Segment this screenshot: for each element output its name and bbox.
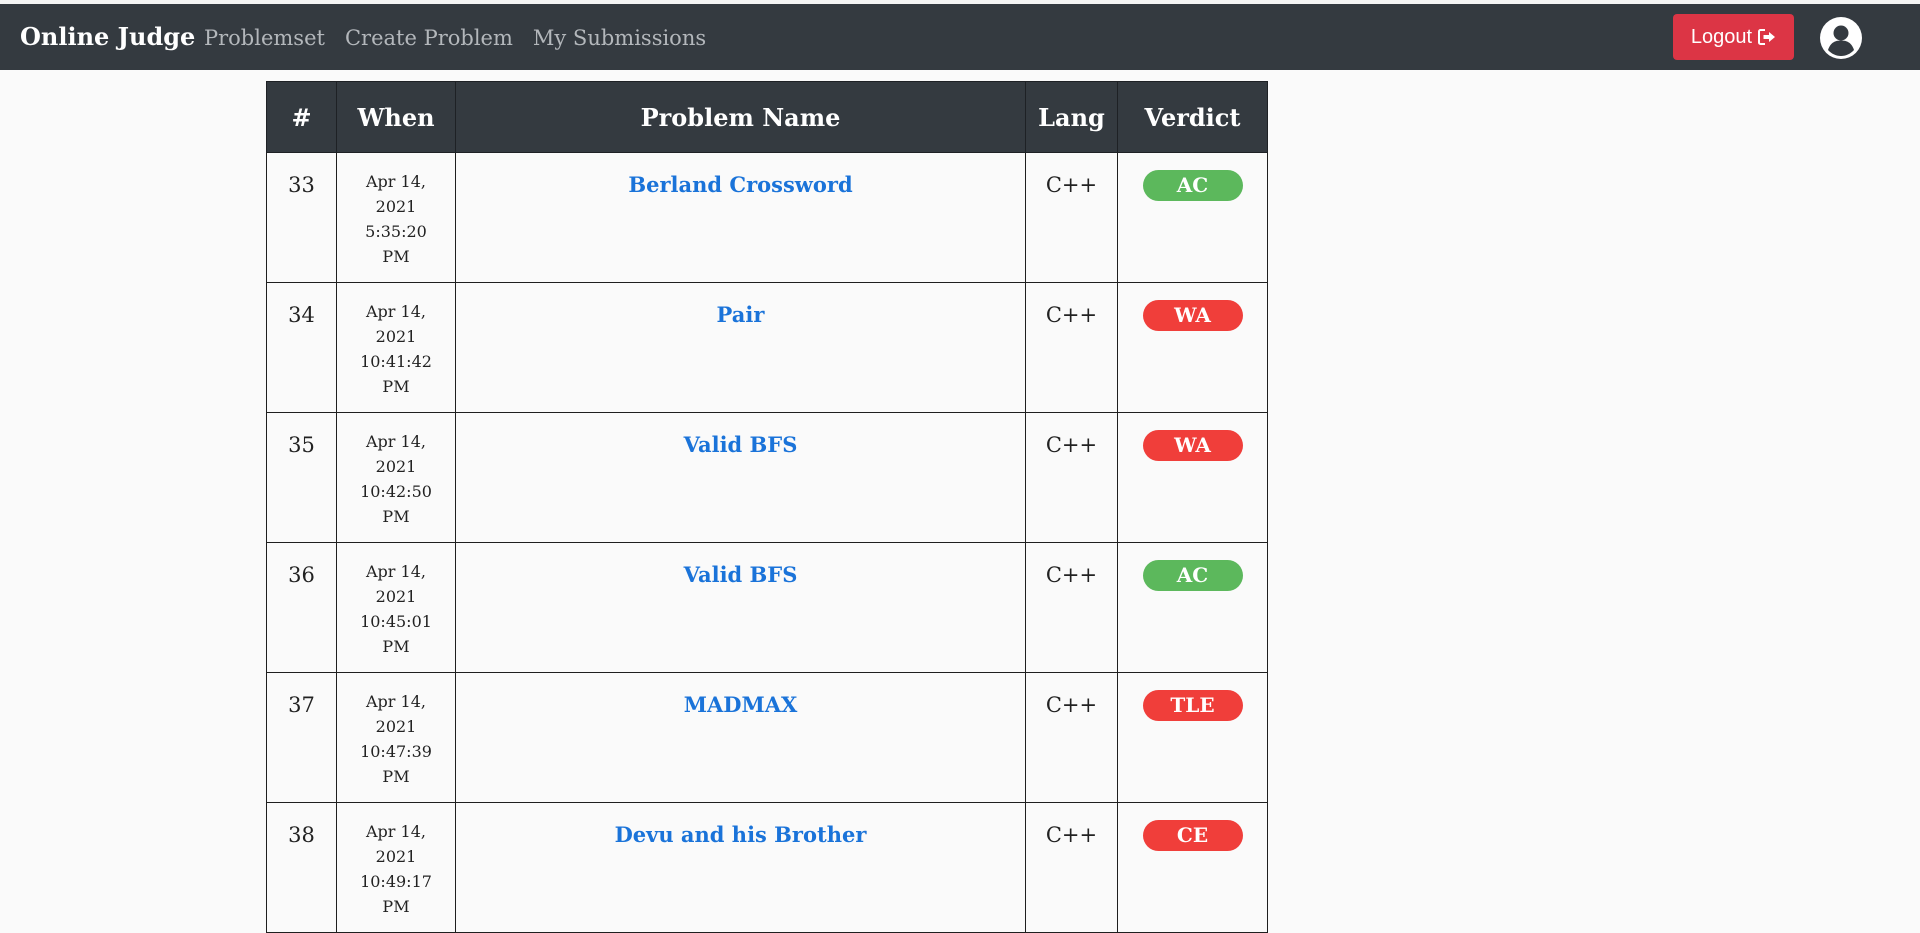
submission-lang: C++ — [1025, 542, 1118, 673]
logout-label: Logout — [1690, 25, 1753, 48]
header-id: # — [266, 81, 337, 153]
user-circle-icon[interactable] — [1820, 17, 1862, 59]
submission-lang: C++ — [1025, 672, 1118, 803]
time-line: 2021 — [375, 717, 417, 736]
time-line: 10:49:17 — [360, 872, 432, 891]
verdict-cell: WA — [1117, 412, 1268, 543]
time-line: 2021 — [375, 587, 417, 606]
submission-time: Apr 14, 2021 10:47:39 PM — [336, 672, 456, 803]
verdict-badge: AC — [1142, 560, 1243, 591]
time-line: Apr 14, — [366, 562, 426, 581]
submission-id: 35 — [266, 412, 337, 543]
time-line: PM — [382, 377, 410, 396]
time-line: Apr 14, — [366, 302, 426, 321]
time-line: 10:47:39 — [360, 742, 432, 761]
verdict-badge: TLE — [1142, 690, 1243, 721]
submission-time: Apr 14, 2021 10:45:01 PM — [336, 542, 456, 673]
table-row: 33 Apr 14, 2021 5:35:20 PM Berland Cross… — [266, 152, 1268, 283]
submission-id: 38 — [266, 802, 337, 933]
nav-link-create-problem[interactable]: Create Problem — [345, 25, 513, 51]
problem-cell: MADMAX — [455, 672, 1026, 803]
nav-link-problemset[interactable]: Problemset — [204, 25, 325, 51]
header-verdict: Verdict — [1117, 81, 1268, 153]
verdict-cell: AC — [1117, 152, 1268, 283]
submission-lang: C++ — [1025, 802, 1118, 933]
time-line: 2021 — [375, 457, 417, 476]
header-when: When — [336, 81, 456, 153]
submission-time: Apr 14, 2021 10:42:50 PM — [336, 412, 456, 543]
brand-logo[interactable]: Online Judge — [20, 23, 195, 51]
verdict-cell: TLE — [1117, 672, 1268, 803]
problem-link[interactable]: Pair — [717, 302, 765, 327]
time-line: 2021 — [375, 197, 417, 216]
submission-lang: C++ — [1025, 412, 1118, 543]
problem-link[interactable]: MADMAX — [684, 692, 798, 717]
time-line: PM — [382, 507, 410, 526]
submission-lang: C++ — [1025, 282, 1118, 413]
sign-out-icon — [1758, 29, 1776, 45]
table-row: 37 Apr 14, 2021 10:47:39 PM MADMAX C++ T… — [266, 672, 1268, 803]
time-line: 5:35:20 — [365, 222, 427, 241]
table-row: 38 Apr 14, 2021 10:49:17 PM Devu and his… — [266, 802, 1268, 933]
problem-cell: Pair — [455, 282, 1026, 413]
problem-link[interactable]: Valid BFS — [684, 432, 798, 457]
verdict-badge: CE — [1142, 820, 1243, 851]
verdict-badge: WA — [1142, 430, 1243, 461]
problem-link[interactable]: Valid BFS — [684, 562, 798, 587]
time-line: 2021 — [375, 327, 417, 346]
problem-cell: Devu and his Brother — [455, 802, 1026, 933]
time-line: 10:41:42 — [360, 352, 432, 371]
table-row: 35 Apr 14, 2021 10:42:50 PM Valid BFS C+… — [266, 412, 1268, 543]
time-line: Apr 14, — [366, 822, 426, 841]
verdict-cell: AC — [1117, 542, 1268, 673]
logout-button[interactable]: Logout — [1673, 14, 1794, 60]
time-line: PM — [382, 767, 410, 786]
problem-link[interactable]: Devu and his Brother — [615, 822, 867, 847]
time-line: PM — [382, 637, 410, 656]
problem-cell: Berland Crossword — [455, 152, 1026, 283]
submission-id: 36 — [266, 542, 337, 673]
time-line: Apr 14, — [366, 172, 426, 191]
submission-time: Apr 14, 2021 10:49:17 PM — [336, 802, 456, 933]
submission-id: 33 — [266, 152, 337, 283]
time-line: 2021 — [375, 847, 417, 866]
submissions-table: # When Problem Name Lang Verdict 33 Apr … — [266, 81, 1268, 933]
time-line: Apr 14, — [366, 692, 426, 711]
time-line: PM — [382, 247, 410, 266]
problem-link[interactable]: Berland Crossword — [628, 172, 852, 197]
problem-cell: Valid BFS — [455, 542, 1026, 673]
table-row: 34 Apr 14, 2021 10:41:42 PM Pair C++ WA — [266, 282, 1268, 413]
submission-time: Apr 14, 2021 10:41:42 PM — [336, 282, 456, 413]
nav-link-my-submissions[interactable]: My Submissions — [533, 25, 706, 51]
submission-lang: C++ — [1025, 152, 1118, 283]
nav-links: Problemset Create Problem My Submissions — [204, 25, 706, 51]
submission-id: 34 — [266, 282, 337, 413]
time-line: Apr 14, — [366, 432, 426, 451]
header-lang: Lang — [1025, 81, 1118, 153]
problem-cell: Valid BFS — [455, 412, 1026, 543]
time-line: 10:45:01 — [360, 612, 432, 631]
verdict-badge: AC — [1142, 170, 1243, 201]
header-problem-name: Problem Name — [455, 81, 1026, 153]
verdict-cell: WA — [1117, 282, 1268, 413]
navbar: Online Judge Problemset Create Problem M… — [0, 4, 1920, 70]
submission-id: 37 — [266, 672, 337, 803]
time-line: PM — [382, 897, 410, 916]
time-line: 10:42:50 — [360, 482, 432, 501]
table-row: 36 Apr 14, 2021 10:45:01 PM Valid BFS C+… — [266, 542, 1268, 673]
submission-time: Apr 14, 2021 5:35:20 PM — [336, 152, 456, 283]
table-header-row: # When Problem Name Lang Verdict — [266, 81, 1268, 153]
verdict-badge: WA — [1142, 300, 1243, 331]
verdict-cell: CE — [1117, 802, 1268, 933]
